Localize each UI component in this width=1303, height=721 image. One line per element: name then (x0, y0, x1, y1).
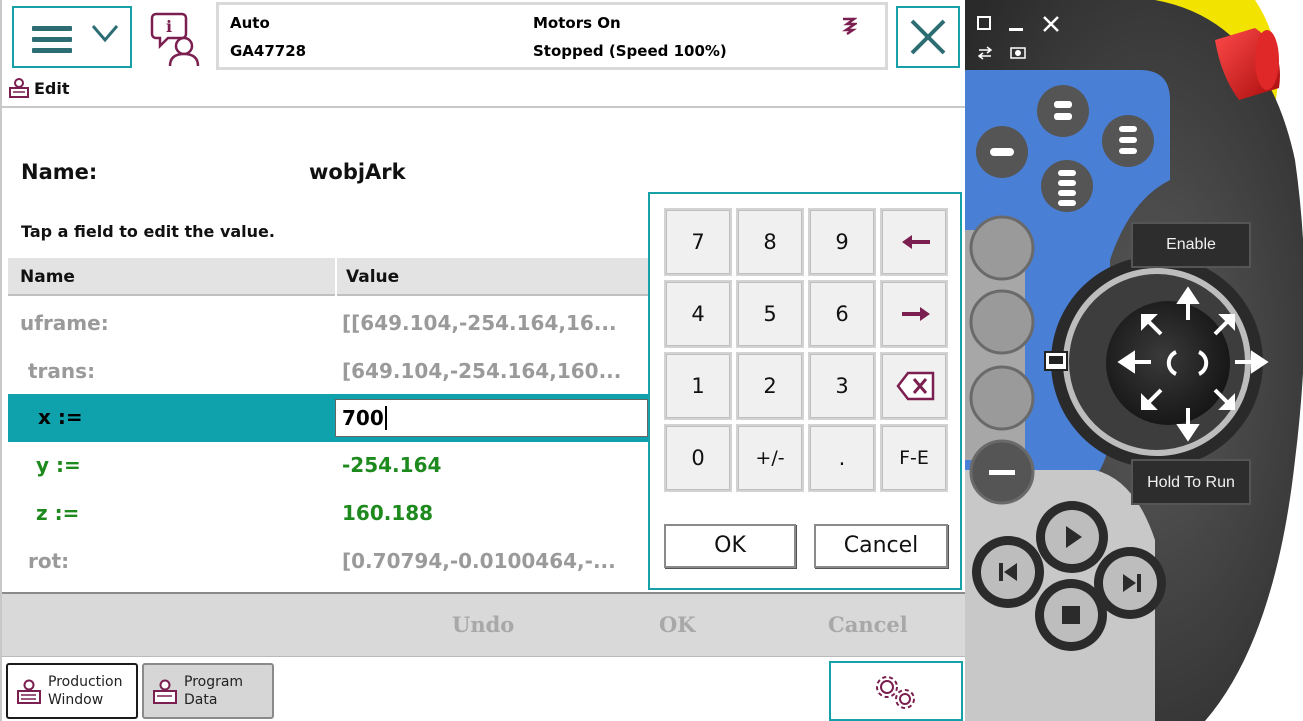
table-row[interactable]: uframe: [[649.104,-254.164,16... (8, 300, 648, 348)
backspace-icon (896, 371, 935, 401)
chevron-down-icon (91, 25, 119, 43)
numeric-keypad: 7 8 9 4 5 6 1 2 3 0 +/- . F-E OK Cancel (648, 192, 962, 590)
decimal-point-key[interactable]: . (808, 424, 876, 492)
table-row[interactable]: rot: [0.70794,-0.0100464,-... (8, 538, 648, 586)
row-value: [[649.104,-254.164,16... (342, 311, 617, 335)
table-row[interactable]: z := 160.188 (8, 490, 648, 538)
key-1[interactable]: 1 (664, 352, 732, 420)
row-name: z := (36, 501, 80, 525)
column-header-value[interactable]: Value (346, 267, 399, 287)
program-state: Stopped (Speed 100%) (533, 42, 727, 60)
keypad-cancel-button[interactable]: Cancel (814, 524, 948, 568)
table-row[interactable]: trans: [649.104,-254.164,160... (8, 348, 648, 396)
task-label-line2: Data (184, 692, 218, 708)
table-row-selected[interactable]: x := 700 (8, 394, 648, 442)
motors-state: Motors On (533, 14, 621, 32)
sign-toggle-key[interactable]: +/- (736, 424, 804, 492)
svg-text:i: i (166, 17, 172, 36)
row-value: -254.164 (342, 453, 442, 477)
operating-mode: Auto (230, 14, 270, 32)
key-0[interactable]: 0 (664, 424, 732, 492)
cancel-button[interactable]: Cancel (828, 612, 908, 637)
undo-button[interactable]: Undo (452, 612, 514, 637)
command-bar: Undo OK Cancel (2, 592, 967, 656)
flexpendant-device: Enable Hold To Run (965, 0, 1303, 721)
key-3[interactable]: 3 (808, 352, 876, 420)
key-5[interactable]: 5 (736, 280, 804, 348)
cursor-left-key[interactable] (880, 208, 948, 276)
device-body (965, 0, 1303, 721)
top-bar: i Auto GA47728 Motors On Stopped (Speed … (2, 0, 967, 98)
key-6[interactable]: 6 (808, 280, 876, 348)
row-name: x := (38, 405, 83, 429)
name-value: wobjArk (309, 160, 406, 184)
gears-icon (876, 676, 915, 709)
task-label-line1: Production (48, 674, 123, 690)
keypad-ok-button[interactable]: OK (664, 524, 796, 568)
arrow-right-icon (902, 307, 930, 321)
event-log-icon[interactable]: i (150, 10, 206, 68)
key-4[interactable]: 4 (664, 280, 732, 348)
robot-status-icon (842, 17, 857, 35)
instruction-text: Tap a field to edit the value. (21, 222, 275, 241)
row-name: uframe: (20, 311, 109, 335)
task-program-data[interactable]: Program Data (142, 663, 274, 719)
row-name: rot: (28, 549, 70, 573)
quickset-button[interactable] (829, 661, 963, 721)
status-bar[interactable]: Auto GA47728 Motors On Stopped (Speed 10… (216, 2, 888, 70)
name-label: Name: (21, 160, 98, 184)
divider (2, 106, 967, 108)
ok-button[interactable]: OK (659, 612, 696, 637)
arrow-left-icon (902, 235, 930, 249)
row-name: trans: (28, 359, 96, 383)
row-value: 160.188 (342, 501, 434, 525)
cursor-right-key[interactable] (880, 280, 948, 348)
row-value: [0.70794,-0.0100464,-... (342, 549, 616, 573)
row-value: [649.104,-254.164,160... (342, 359, 622, 383)
task-label-line2: Window (48, 692, 104, 708)
row-name: y := (36, 453, 81, 477)
view-title: Edit (8, 76, 70, 100)
backspace-key[interactable] (880, 352, 948, 420)
key-8[interactable]: 8 (736, 208, 804, 276)
flexpendant-screen: i Auto GA47728 Motors On Stopped (Speed … (0, 0, 967, 721)
hamburger-icon (32, 26, 72, 59)
taskbar: Production Window Program Data (2, 656, 967, 721)
close-icon (910, 19, 946, 55)
view-title-label: Edit (34, 78, 70, 98)
key-9[interactable]: 9 (808, 208, 876, 276)
close-button[interactable] (896, 6, 960, 68)
main-menu-button[interactable] (12, 6, 132, 68)
hold-to-run-button[interactable]: Hold To Run (1132, 474, 1250, 492)
program-data-icon (153, 679, 177, 704)
data-table: Name Value uframe: [[649.104,-254.164,16… (8, 258, 648, 588)
exponent-key[interactable]: F-E (880, 424, 948, 492)
key-7[interactable]: 7 (664, 208, 732, 276)
task-production-window[interactable]: Production Window (6, 663, 138, 719)
value-edit-field[interactable]: 700 (335, 399, 648, 437)
table-header: Name Value (8, 258, 648, 296)
column-header-name[interactable]: Name (20, 267, 75, 287)
program-data-icon (9, 78, 29, 98)
value-edit-text: 700 (342, 406, 387, 430)
controller-name: GA47728 (230, 42, 307, 60)
task-label-line1: Program (184, 674, 244, 690)
enable-device-label[interactable]: Enable (1132, 236, 1250, 254)
table-row[interactable]: y := -254.164 (8, 442, 648, 490)
key-2[interactable]: 2 (736, 352, 804, 420)
production-window-icon (17, 679, 41, 704)
